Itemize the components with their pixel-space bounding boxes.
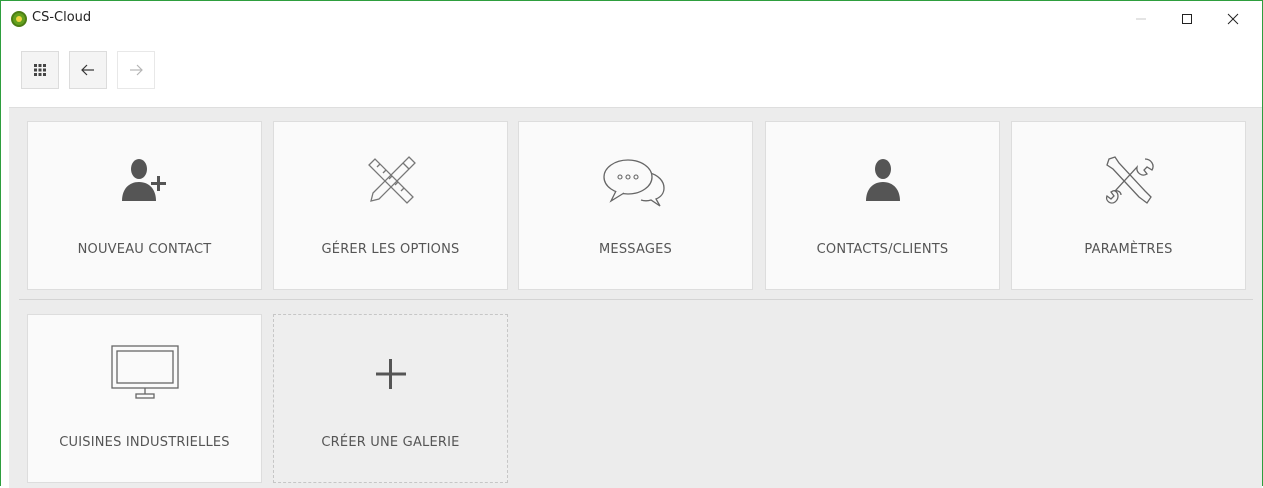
tile-parametres[interactable]: PARAMÈTRES	[1011, 121, 1246, 290]
tile-label: NOUVEAU CONTACT	[77, 242, 212, 257]
back-button[interactable]	[69, 51, 107, 89]
close-icon	[1227, 13, 1239, 25]
forward-button[interactable]	[117, 51, 155, 89]
row-divider	[19, 299, 1253, 300]
person-icon	[865, 159, 900, 201]
arrow-right-icon	[130, 64, 143, 76]
window-title: CS-Cloud	[32, 10, 92, 25]
tile-contacts-clients[interactable]: CONTACTS/CLIENTS	[765, 121, 1000, 290]
chat-bubbles-icon	[602, 159, 665, 207]
add-person-icon	[121, 159, 166, 201]
arrow-left-icon	[81, 64, 94, 76]
tile-cuisines-industrielles[interactable]: CUISINES INDUSTRIELLES	[27, 314, 262, 483]
minimize-button[interactable]	[1118, 1, 1164, 37]
tile-label: PARAMÈTRES	[1084, 242, 1173, 257]
apps-grid-icon	[34, 64, 46, 76]
app-window: CS-Cloud NOUVEAU CONTACT GÉRER LES OPTIO…	[0, 0, 1263, 488]
tile-messages[interactable]: MESSAGES	[518, 121, 753, 290]
tools-icon	[1105, 156, 1154, 204]
plus-icon	[375, 359, 406, 389]
tile-label: MESSAGES	[599, 242, 672, 257]
tile-nouveau-contact[interactable]: NOUVEAU CONTACT	[27, 121, 262, 290]
maximize-icon	[1182, 14, 1192, 24]
app-logo-icon	[11, 11, 27, 27]
dashboard-area: NOUVEAU CONTACT GÉRER LES OPTIONS MESSAG…	[9, 107, 1262, 488]
tile-creer-une-galerie[interactable]: CRÉER UNE GALERIE	[273, 314, 508, 483]
minimize-icon	[1136, 18, 1146, 20]
monitor-icon	[110, 345, 179, 399]
tile-label: CRÉER UNE GALERIE	[321, 435, 460, 450]
close-button[interactable]	[1210, 1, 1256, 37]
tile-label: CONTACTS/CLIENTS	[816, 242, 949, 257]
tile-label: GÉRER LES OPTIONS	[321, 242, 460, 257]
title-bar[interactable]: CS-Cloud	[1, 1, 1262, 41]
tile-gerer-les-options[interactable]: GÉRER LES OPTIONS	[273, 121, 508, 290]
tile-label: CUISINES INDUSTRIELLES	[59, 435, 230, 450]
apps-menu-button[interactable]	[21, 51, 59, 89]
pencil-ruler-icon	[367, 156, 416, 204]
maximize-button[interactable]	[1164, 1, 1210, 37]
